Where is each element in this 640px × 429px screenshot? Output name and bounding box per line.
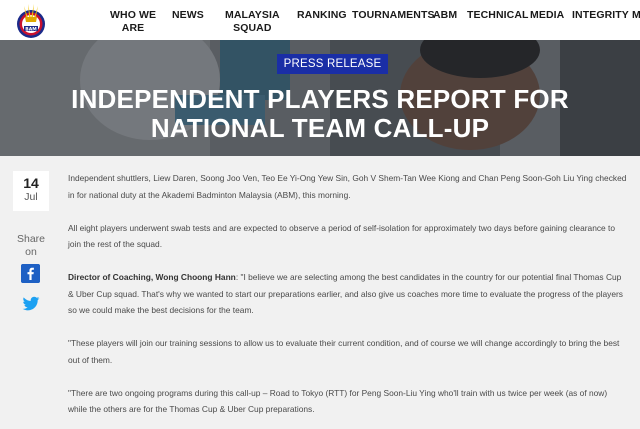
publish-date: 14 Jul [13, 171, 49, 211]
twitter-icon[interactable] [22, 296, 40, 312]
facebook-icon[interactable] [21, 264, 40, 283]
nav-malaysia-squad[interactable]: MALAYSIA SQUAD [225, 9, 280, 34]
bam-logo[interactable]: BAM [12, 2, 50, 40]
share-label: Share on [10, 233, 52, 258]
nav-news[interactable]: NEWS [172, 9, 204, 22]
hero-banner: PRESS RELEASE INDEPENDENT PLAYERS REPORT… [0, 40, 640, 156]
article-paragraph-5: "There are two ongoing programs during t… [68, 387, 608, 415]
speaker-name: Director of Coaching, Wong Choong Hann [68, 272, 236, 282]
article-paragraph-4: "These players will join our training se… [68, 338, 620, 365]
site-header: BAM WHO WE ARE NEWS MALAYSIA SQUAD RANKI… [0, 0, 640, 40]
article-paragraph-2: All eight players underwent swab tests a… [68, 222, 616, 250]
press-release-badge[interactable]: PRESS RELEASE [277, 54, 388, 74]
article-paragraph-3: Director of Coaching, Wong Choong Hann: … [68, 269, 628, 319]
nav-who-we-are-line2: ARE [121, 21, 145, 34]
nav-ranking[interactable]: RANKING [297, 9, 347, 22]
article-title: INDEPENDENT PLAYERS REPORT FOR NATIONAL … [71, 84, 569, 143]
logo-text: BAM [25, 26, 37, 32]
nav-abm[interactable]: ABM [433, 9, 457, 22]
date-month: Jul [24, 191, 38, 203]
nav-integrity[interactable]: INTEGRITY [572, 9, 629, 22]
share-label-line2: on [25, 245, 37, 258]
nav-technical[interactable]: TECHNICAL [467, 9, 529, 22]
nav-who-we-are-line1: WHO WE [110, 9, 157, 21]
nav-malaysia-squad-line1: MALAYSIA [225, 9, 280, 21]
date-day: 14 [23, 175, 39, 191]
article-paragraph-1: Independent shuttlers, Liew Daren, Soong… [68, 173, 627, 200]
article-body: Independent shuttlers, Liew Daren, Soong… [68, 170, 628, 429]
nav-tournaments[interactable]: TOURNAMENTS [352, 9, 435, 22]
share-label-line1: Share [16, 233, 46, 245]
nav-media[interactable]: MEDIA [530, 9, 564, 22]
nav-more[interactable]: M [632, 9, 640, 22]
nav-who-we-are[interactable]: WHO WE ARE [110, 9, 156, 34]
nav-malaysia-squad-line2: SQUAD [233, 21, 272, 34]
